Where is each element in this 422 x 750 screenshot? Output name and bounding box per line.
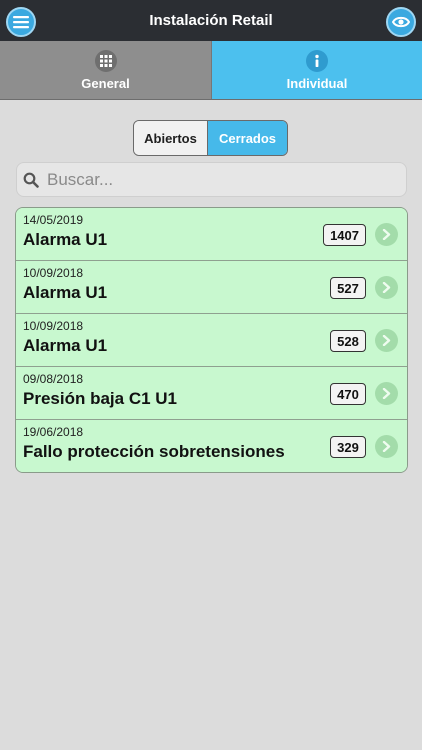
alarm-date: 19/06/2018 [23, 425, 84, 439]
page-title: Instalación Retail [149, 12, 273, 29]
app-header: Instalación Retail [0, 0, 422, 41]
search-icon [23, 172, 39, 188]
alarm-date: 10/09/2018 [23, 319, 84, 333]
search-input[interactable] [47, 169, 387, 190]
tab-general[interactable]: General [0, 41, 212, 99]
list-item[interactable]: 14/05/2019 Alarma U1 1407 [16, 208, 407, 261]
filter-cerrados-button[interactable]: Cerrados [208, 121, 287, 155]
alarm-count-badge: 528 [330, 330, 366, 352]
info-icon [306, 49, 328, 72]
alarm-title: Alarma U1 [23, 283, 108, 302]
chevron-right-icon[interactable] [375, 223, 398, 246]
alarm-count-badge: 470 [330, 383, 366, 405]
alarm-count-badge: 329 [330, 436, 366, 458]
view-button[interactable] [386, 7, 416, 37]
list-item[interactable]: 09/08/2018 Presión baja C1 U1 470 [16, 367, 407, 420]
list-item[interactable]: 19/06/2018 Fallo protección sobretension… [16, 420, 407, 472]
alarm-date: 10/09/2018 [23, 266, 84, 280]
tab-bar: General Individual [0, 41, 422, 100]
filter-abiertos-button[interactable]: Abiertos [134, 121, 208, 155]
chevron-right-icon[interactable] [375, 329, 398, 352]
alarm-list: 14/05/2019 Alarma U1 1407 10/09/2018 Ala… [15, 207, 408, 473]
tab-general-label: General [81, 75, 130, 91]
alarm-title: Alarma U1 [23, 230, 108, 249]
alarm-date: 09/08/2018 [23, 372, 84, 386]
status-filter: Abiertos Cerrados [133, 120, 288, 156]
search-bar [16, 162, 407, 197]
alarm-date: 14/05/2019 [23, 213, 84, 227]
alarm-count-badge: 527 [330, 277, 366, 299]
tab-individual[interactable]: Individual [212, 41, 422, 99]
chevron-right-icon[interactable] [375, 276, 398, 299]
eye-icon [392, 16, 410, 28]
grid-icon [94, 49, 117, 72]
list-item[interactable]: 10/09/2018 Alarma U1 527 [16, 261, 407, 314]
chevron-right-icon[interactable] [375, 435, 398, 458]
alarm-title: Alarma U1 [23, 336, 108, 355]
alarm-title: Presión baja C1 U1 [23, 389, 178, 408]
alarm-title: Fallo protección sobretensiones [23, 442, 285, 461]
chevron-right-icon[interactable] [375, 382, 398, 405]
alarm-count-badge: 1407 [323, 224, 366, 246]
tab-individual-label: Individual [286, 75, 348, 91]
list-item[interactable]: 10/09/2018 Alarma U1 528 [16, 314, 407, 367]
menu-button[interactable] [6, 7, 36, 37]
menu-icon [13, 16, 29, 29]
